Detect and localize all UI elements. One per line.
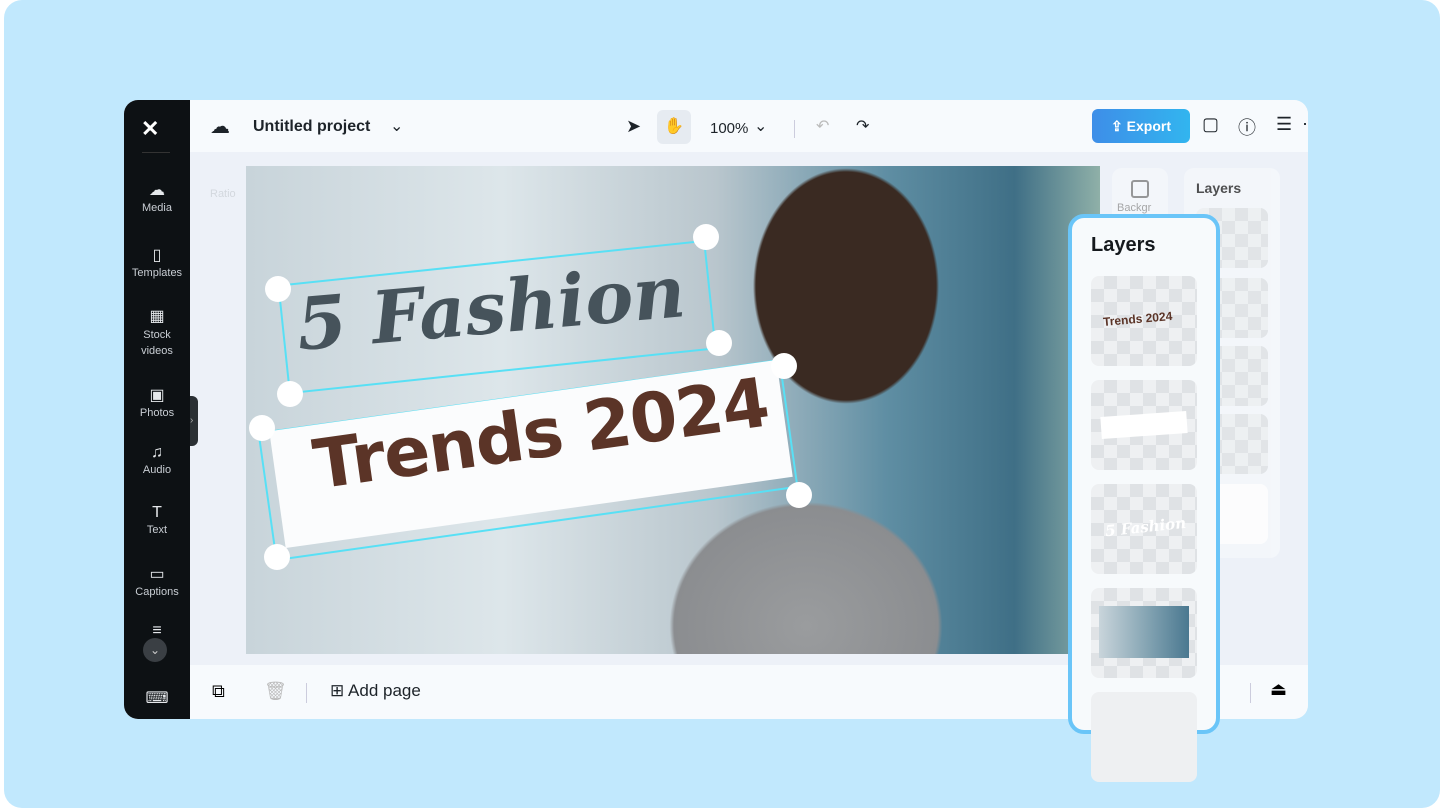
scroll-down-button[interactable]: ⌄ [143, 638, 167, 662]
layer-item-trends[interactable]: Trends 2024 [1091, 276, 1197, 366]
capcut-logo: ✕ [141, 116, 160, 141]
layers-popup-title: Layers [1091, 234, 1156, 256]
project-title[interactable]: Untitled project [253, 118, 370, 136]
more-icon[interactable]: ⋯ [1302, 114, 1308, 135]
shield-doc-icon[interactable]: ▢ [1202, 114, 1219, 135]
resize-handle[interactable] [693, 224, 719, 250]
resize-handle[interactable] [264, 544, 290, 570]
pages-panel-icon[interactable]: ⏏ [1270, 679, 1287, 700]
resize-handle[interactable] [771, 353, 797, 379]
music-icon: ♫ [151, 444, 163, 461]
upload-icon: ⇪ [1111, 118, 1127, 134]
resize-handle[interactable] [249, 415, 275, 441]
text-icon: T [152, 504, 162, 521]
layer-item-band[interactable] [1091, 380, 1197, 470]
top-bar: ☁ Untitled project ⌄ ➤ ✋ 100% ⌄ ↶ ↷ ⇪ Ex… [190, 100, 1308, 152]
layers-stack-icon[interactable]: ☰ [1276, 114, 1292, 135]
hand-tool-icon[interactable]: ✋ [657, 110, 691, 144]
layer-item-photo[interactable] [1091, 588, 1197, 678]
photo-thumbnail [1099, 606, 1189, 658]
layer-item-background[interactable] [1091, 692, 1197, 782]
zoom-level[interactable]: 100% [710, 120, 748, 137]
templates-icon: ▯ [152, 247, 162, 264]
divider [142, 152, 170, 153]
captions-icon: ▭ [149, 566, 165, 583]
undo-icon[interactable]: ↶ [816, 116, 829, 136]
zoom-chevron-icon[interactable]: ⌄ [754, 116, 767, 136]
resize-handle[interactable] [786, 482, 812, 508]
sidebar-item-templates[interactable]: ▯ Templates [124, 245, 190, 279]
keyboard-icon: ⌨ [145, 690, 169, 707]
export-button[interactable]: ⇪ Export [1092, 109, 1190, 143]
select-tool-icon[interactable]: ➤ [626, 116, 641, 137]
band-thumbnail [1100, 411, 1188, 439]
collapse-panel-handle[interactable]: › [190, 396, 198, 446]
sidebar: ✕ ☁ Media ▯ Templates ▦ Stock videos ▣ Photo… [124, 100, 198, 719]
divider [306, 683, 307, 703]
background-icon [1131, 180, 1149, 198]
sidebar-item-audio[interactable]: ♫ Audio [124, 444, 190, 476]
image-icon: ▣ [149, 387, 165, 404]
film-icon: ▦ [149, 308, 165, 325]
add-page-button[interactable]: ⊞ Add page [330, 681, 421, 701]
redo-icon[interactable]: ↷ [856, 116, 869, 136]
divider [1250, 683, 1251, 703]
sidebar-item-photos[interactable]: ▣ Photos [124, 385, 190, 419]
layer-item-fashion[interactable]: 5 Fashion [1091, 484, 1197, 574]
sidebar-item-media[interactable]: ☁ Media [124, 180, 190, 214]
layers-popup: Layers Trends 2024 5 Fashion [1068, 214, 1220, 782]
delete-icon[interactable]: 🗑 [264, 681, 287, 702]
cloud-save-icon[interactable]: ☁ [210, 114, 230, 139]
ratio-button[interactable]: Ratio [210, 188, 236, 200]
help-icon[interactable]: ⓘ [1238, 114, 1256, 140]
resize-handle[interactable] [706, 330, 732, 356]
keyboard-shortcuts-button[interactable]: ⌨ [124, 688, 190, 710]
cloud-upload-icon: ☁ [149, 182, 165, 199]
sidebar-item-stock-videos[interactable]: ▦ Stock videos [124, 309, 190, 359]
resize-handle[interactable] [265, 276, 291, 302]
add-page-icon: ⊞ [330, 681, 349, 700]
sidebar-item-text[interactable]: T Text [124, 504, 190, 536]
chevron-down-icon[interactable]: ⌄ [390, 116, 403, 136]
duplicate-page-icon[interactable]: ⧉ [212, 681, 225, 702]
divider [794, 120, 795, 138]
resize-handle[interactable] [277, 381, 303, 407]
sidebar-item-captions[interactable]: ▭ Captions [124, 564, 190, 598]
